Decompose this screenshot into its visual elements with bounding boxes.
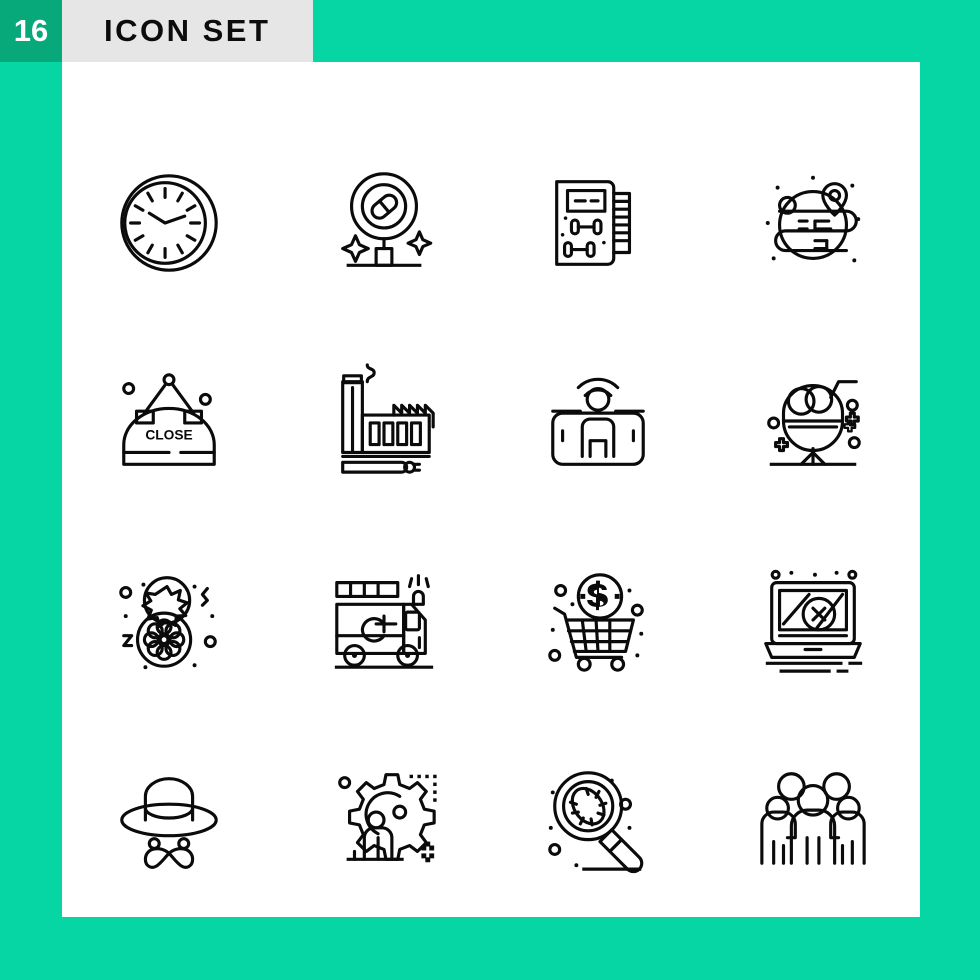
sun-snowflake-weather-icon: [119, 575, 218, 669]
close-sign-text: CLOSE: [146, 428, 193, 443]
laptop-error-icon: [763, 569, 862, 673]
mobile-user-signal-icon: [551, 378, 646, 467]
factory-icon: [340, 363, 435, 475]
ice-cream-sundae-icon: [766, 380, 861, 467]
icon-cell-group-people[interactable]: [706, 719, 921, 917]
icon-cell-medicine-search[interactable]: [277, 124, 492, 322]
title-box: ICON SET: [62, 0, 313, 62]
icon-set-panel: CLOSE: [62, 62, 920, 917]
header-bar: 16 ICON SET: [0, 0, 313, 62]
globe-location-icon: [765, 175, 860, 263]
icon-cell-workout-notebook[interactable]: [491, 124, 706, 322]
page-title: ICON SET: [104, 13, 271, 48]
hat-mustache-icon: [120, 777, 219, 869]
bacteria-search-icon: [548, 771, 644, 874]
icon-cell-hat-mustache[interactable]: [62, 719, 277, 917]
icon-cell-close-sign[interactable]: CLOSE: [62, 322, 277, 520]
icon-cell-factory[interactable]: [277, 322, 492, 520]
close-sign-icon: CLOSE: [122, 373, 217, 467]
icon-cell-sun-snowflake-weather[interactable]: [62, 521, 277, 719]
wall-clock-icon: [120, 174, 219, 272]
icon-grid: CLOSE: [62, 124, 920, 917]
icon-cell-mobile-user-signal[interactable]: [491, 322, 706, 520]
icon-cell-gear-user-settings[interactable]: [277, 719, 492, 917]
icon-cell-wall-clock[interactable]: [62, 124, 277, 322]
icon-cell-bacteria-search[interactable]: [491, 719, 706, 917]
workout-notebook-icon: [555, 180, 632, 266]
group-people-icon: [760, 772, 866, 865]
icon-count-text: 16: [13, 13, 49, 48]
medicine-search-icon: [340, 172, 433, 267]
icon-cell-globe-location[interactable]: [706, 124, 921, 322]
icon-count-badge: 16: [0, 0, 62, 62]
fire-truck-icon: [334, 573, 433, 669]
icon-cell-ice-cream-sundae[interactable]: [706, 322, 921, 520]
icon-cell-laptop-error[interactable]: [706, 521, 921, 719]
icon-cell-fire-truck[interactable]: [277, 521, 492, 719]
shopping-cart-dollar-icon: [548, 572, 645, 672]
gear-user-settings-icon: [337, 773, 437, 863]
icon-cell-shopping-cart-dollar[interactable]: [491, 521, 706, 719]
